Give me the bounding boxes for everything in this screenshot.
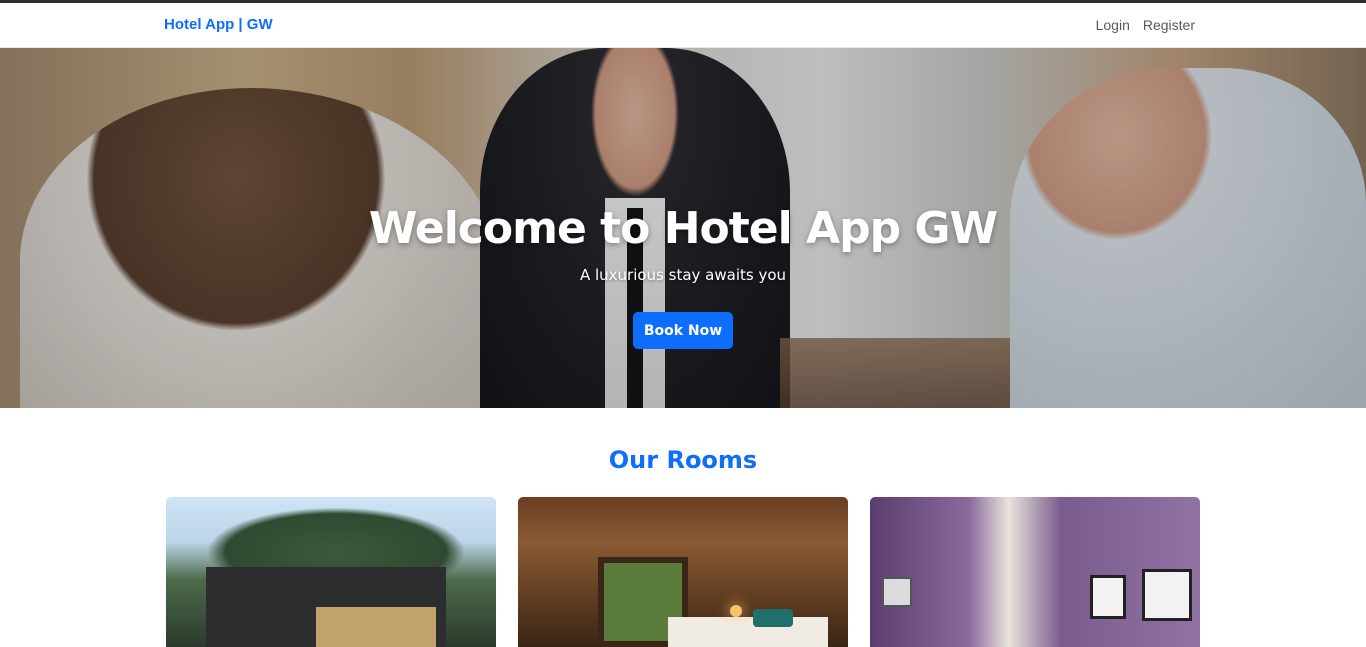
- room-image-warm-bedroom: [518, 497, 848, 647]
- rooms-heading: Our Rooms: [608, 446, 758, 474]
- tv-shape: [882, 577, 912, 607]
- hero-subtitle: A luxurious stay awaits you: [579, 266, 787, 284]
- bed-shape: [668, 617, 828, 647]
- brand-link[interactable]: Hotel App | GW: [164, 16, 273, 33]
- login-link[interactable]: Login: [1096, 17, 1130, 33]
- book-now-button[interactable]: Book Now: [633, 312, 733, 349]
- lamp-shape: [730, 605, 742, 617]
- room-image-modern-house: [166, 497, 496, 647]
- register-link[interactable]: Register: [1143, 17, 1195, 33]
- hero-banner: Welcome to Hotel App GW A luxurious stay…: [0, 48, 1366, 408]
- room-card[interactable]: [870, 497, 1200, 647]
- room-card[interactable]: [166, 497, 496, 647]
- navbar: Hotel App | GW Login Register: [0, 3, 1366, 48]
- nav-links: Login Register: [1096, 17, 1195, 33]
- room-card[interactable]: [518, 497, 848, 647]
- window-glow-shape: [316, 607, 436, 647]
- pillow-shape: [753, 609, 793, 627]
- picture-frame-shape: [1090, 575, 1126, 619]
- room-image-purple-room: [870, 497, 1200, 647]
- picture-frame-shape: [1142, 569, 1192, 621]
- hero-title: Welcome to Hotel App GW: [368, 203, 998, 254]
